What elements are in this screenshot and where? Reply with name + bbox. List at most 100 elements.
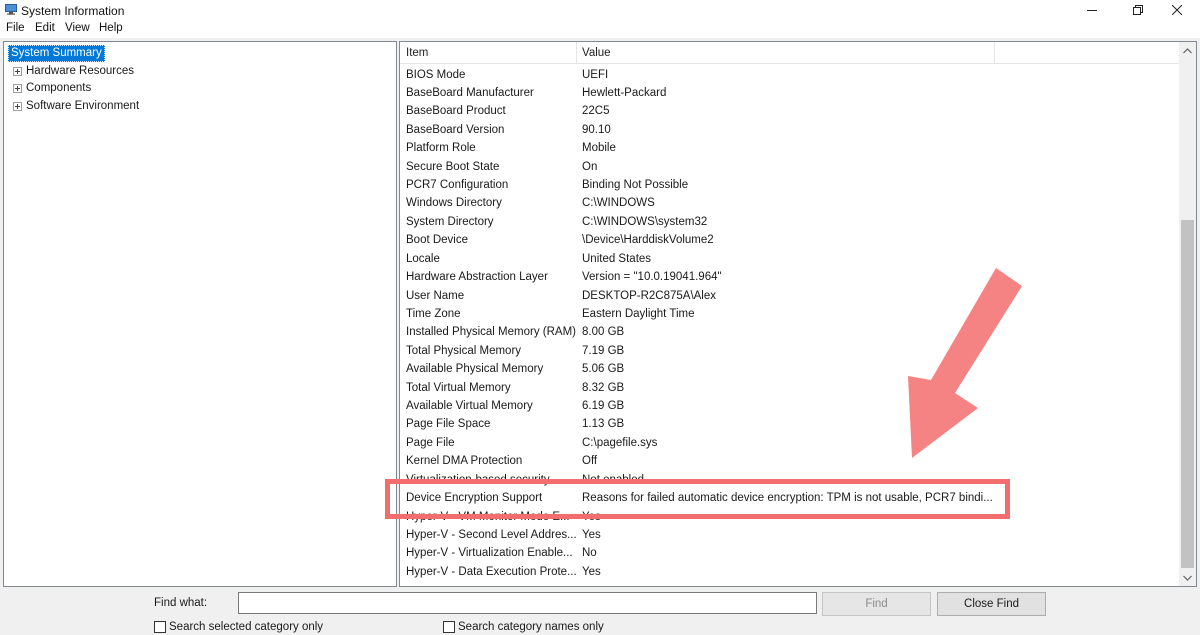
menu-edit[interactable]: Edit <box>35 22 55 34</box>
table-row[interactable]: Time Zone Eastern Daylight Time <box>400 306 1180 324</box>
row-item-cell: Hyper-V - Virtualization Enable... <box>406 547 573 560</box>
tree-item-components[interactable]: Components <box>13 80 91 96</box>
row-value-cell: DESKTOP-R2C875A\Alex <box>582 289 717 302</box>
row-item-cell: Page File Space <box>406 418 491 431</box>
expand-plus-icon[interactable] <box>13 101 22 111</box>
minimize-icon <box>1087 5 1097 18</box>
title-bar: System Information <box>0 0 1200 22</box>
menu-file[interactable]: File <box>6 22 25 34</box>
table-row[interactable]: Virtualization-based security Not enabled <box>400 472 1180 490</box>
table-row[interactable]: Device Encryption Support Reasons for fai… <box>400 490 1180 508</box>
system-info-app-icon <box>5 4 17 15</box>
table-row[interactable]: BaseBoard Manufacturer Hewlett-Packard <box>400 85 1180 103</box>
table-row[interactable]: Hyper-V - Second Level Addres... Yes <box>400 527 1180 545</box>
table-row[interactable]: Hardware Abstraction Layer Version = "10.… <box>400 269 1180 287</box>
table-row[interactable]: BIOS Mode UEFI <box>400 67 1180 85</box>
checkbox-label: Search category names only <box>458 621 604 633</box>
tree-item-software-environment[interactable]: Software Environment <box>13 98 139 114</box>
find-input[interactable] <box>238 592 817 614</box>
row-item-cell: System Directory <box>406 215 494 228</box>
find-button[interactable]: Find <box>822 592 931 616</box>
table-row[interactable]: Available Virtual Memory 6.19 GB <box>400 398 1180 416</box>
row-value-cell: Yes <box>582 565 601 578</box>
table-row[interactable]: System Directory C:\WINDOWS\system32 <box>400 214 1180 232</box>
row-item-cell: Installed Physical Memory (RAM) <box>406 326 576 339</box>
column-header-value[interactable]: Value <box>582 47 611 59</box>
scroll-up-icon[interactable] <box>1179 42 1196 59</box>
table-row[interactable]: BaseBoard Version 90.10 <box>400 122 1180 140</box>
table-row[interactable]: BaseBoard Product 22C5 <box>400 103 1180 121</box>
row-item-cell: Total Physical Memory <box>406 344 522 357</box>
table-row[interactable]: Total Physical Memory 7.19 GB <box>400 343 1180 361</box>
row-value-cell: Version = "10.0.19041.964" <box>582 271 722 284</box>
table-row[interactable]: Total Virtual Memory 8.32 GB <box>400 380 1180 398</box>
close-button[interactable] <box>1154 0 1200 22</box>
row-item-cell: Boot Device <box>406 234 469 247</box>
tree-item-label: Software Environment <box>26 100 140 112</box>
checkbox-label: Search selected category only <box>169 621 324 633</box>
row-item-cell: Available Physical Memory <box>406 363 544 376</box>
close-icon <box>1171 4 1183 18</box>
table-row[interactable]: Platform Role Mobile <box>400 140 1180 158</box>
table-row[interactable]: Hyper-V - Virtualization Enable... No <box>400 545 1180 563</box>
table-row[interactable]: Page File Space 1.13 GB <box>400 416 1180 434</box>
row-value-cell: 6.19 GB <box>582 400 625 413</box>
table-row[interactable]: Page File C:\pagefile.sys <box>400 435 1180 453</box>
search-category-names-option[interactable]: Search category names only <box>443 621 604 633</box>
table-row[interactable]: Kernel DMA Protection Off <box>400 453 1180 471</box>
menu-bar: File Edit View Help <box>0 20 1200 38</box>
row-value-cell: No <box>582 547 597 560</box>
table-row[interactable]: Hyper-V - Data Execution Prote... Yes <box>400 564 1180 582</box>
table-row[interactable]: Windows Directory C:\WINDOWS <box>400 195 1180 213</box>
find-bar: Find what: Find Close Find Search select… <box>0 589 1200 635</box>
table-row[interactable]: Available Physical Memory 5.06 GB <box>400 361 1180 379</box>
expand-plus-icon[interactable] <box>13 66 22 76</box>
tree-item-system-summary[interactable]: System Summary <box>8 45 105 62</box>
table-row[interactable]: Locale United States <box>400 251 1180 269</box>
table-row[interactable]: Hyper-V - VM Monitor Mode E... Yes <box>400 509 1180 527</box>
row-value-cell: Not enabled <box>582 473 645 486</box>
menu-view[interactable]: View <box>65 22 90 34</box>
column-header-item[interactable]: Item <box>406 47 428 59</box>
expand-plus-icon[interactable] <box>13 83 22 93</box>
row-item-cell: BaseBoard Version <box>406 123 505 136</box>
search-selected-category-option[interactable]: Search selected category only <box>154 621 323 633</box>
row-item-cell: Page File <box>406 436 455 449</box>
row-item-cell: BaseBoard Product <box>406 105 506 118</box>
row-item-cell: Hyper-V - Second Level Addres... <box>406 529 577 541</box>
category-tree[interactable]: System Summary Hardware Resources Compon… <box>3 41 397 587</box>
table-row[interactable]: Boot Device \Device\HarddiskVolume2 <box>400 232 1180 250</box>
row-value-cell: C:\WINDOWS <box>582 197 655 210</box>
details-list[interactable]: Item Value BIOS Mode UEFI BaseBoard Manufa… <box>399 41 1197 587</box>
table-row[interactable]: Installed Physical Memory (RAM) 8.00 GB <box>400 324 1180 342</box>
search-category-names-checkbox[interactable] <box>443 621 455 633</box>
vertical-scrollbar[interactable] <box>1179 42 1196 586</box>
scroll-down-icon[interactable] <box>1179 569 1196 586</box>
row-item-cell: Device Encryption Support <box>406 492 543 505</box>
tree-item-hardware-resources[interactable]: Hardware Resources <box>13 63 134 79</box>
row-value-cell: Yes <box>582 510 601 523</box>
minimize-button[interactable] <box>1069 0 1115 22</box>
row-item-cell: Hyper-V - VM Monitor Mode E... <box>406 510 570 523</box>
row-item-cell: BIOS Mode <box>406 68 466 81</box>
row-value-cell: 7.19 GB <box>582 344 625 357</box>
column-divider[interactable] <box>576 42 577 64</box>
close-find-button[interactable]: Close Find <box>937 592 1046 616</box>
restore-icon <box>1133 4 1143 18</box>
column-divider[interactable] <box>994 42 995 64</box>
search-selected-category-checkbox[interactable] <box>154 621 166 633</box>
row-value-cell: Binding Not Possible <box>582 179 689 192</box>
row-value-cell: United States <box>582 252 652 265</box>
scroll-thumb[interactable] <box>1181 220 1194 568</box>
menu-help[interactable]: Help <box>99 22 123 34</box>
row-value-cell: Mobile <box>582 142 616 155</box>
row-value-cell: \Device\HarddiskVolume2 <box>582 234 714 247</box>
row-value-cell: UEFI <box>582 68 609 81</box>
table-row[interactable]: PCR7 Configuration Binding Not Possible <box>400 177 1180 195</box>
table-row[interactable]: User Name DESKTOP-R2C875A\Alex <box>400 288 1180 306</box>
row-item-cell: Hardware Abstraction Layer <box>406 271 548 284</box>
table-row[interactable]: Secure Boot State On <box>400 159 1180 177</box>
row-value-cell: 22C5 <box>582 105 610 118</box>
row-item-cell: Hyper-V - Data Execution Prote... <box>406 565 577 578</box>
row-value-cell: 8.00 GB <box>582 326 625 339</box>
